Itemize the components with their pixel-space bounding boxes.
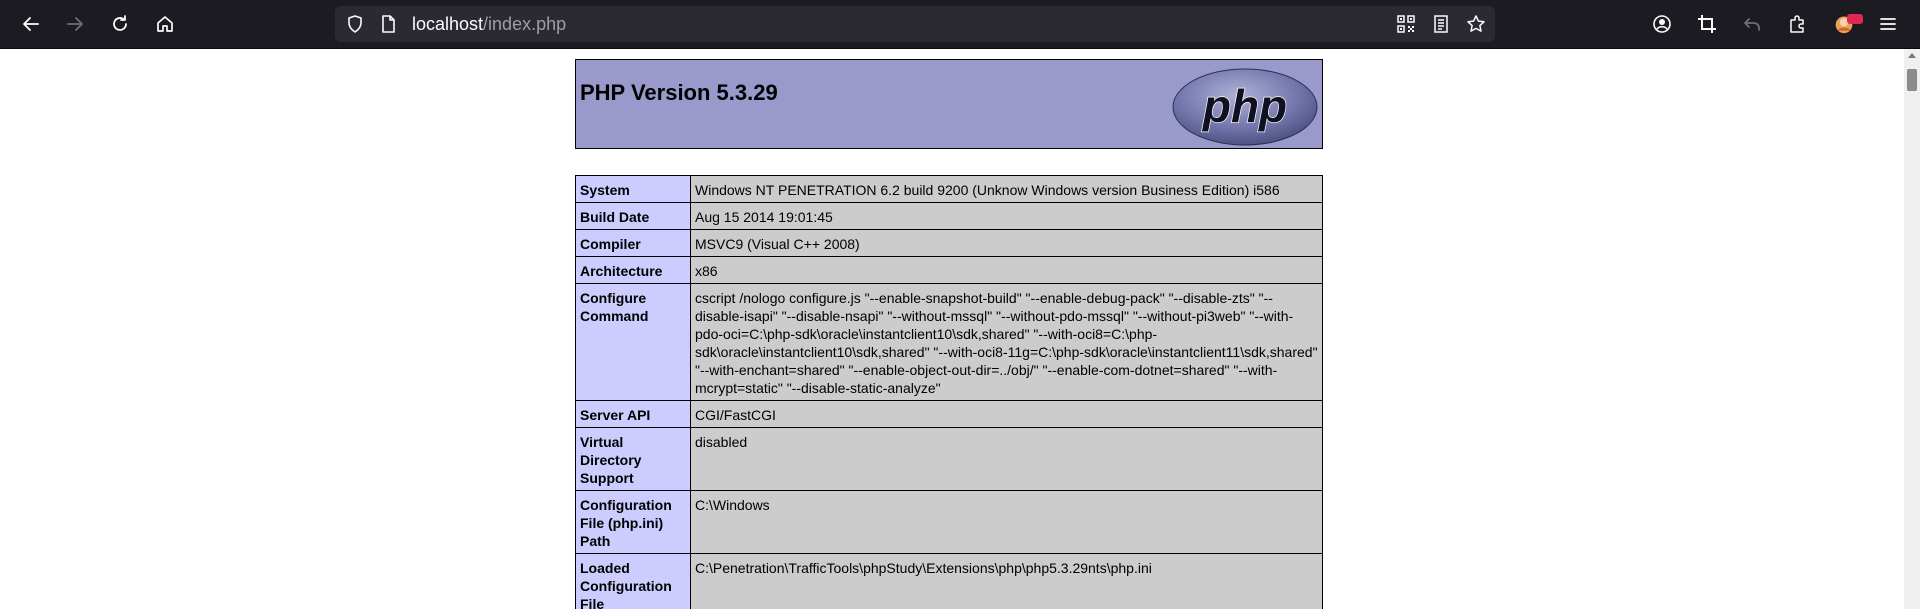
row-value: cscript /nologo configure.js "--enable-s…: [690, 283, 1323, 401]
row-value: C:\Windows: [690, 490, 1323, 554]
table-row: Build Date Aug 15 2014 19:01:45: [575, 202, 1323, 230]
row-label: Virtual Directory Support: [575, 427, 691, 491]
table-row: Loaded Configuration File C:\Penetration…: [575, 553, 1323, 609]
table-row: Server API CGI/FastCGI: [575, 400, 1323, 428]
url-host: localhost: [412, 14, 484, 34]
row-label: Configure Command: [575, 283, 691, 401]
row-value: C:\Penetration\TrafficTools\phpStudy\Ext…: [690, 553, 1323, 609]
qr-code-icon[interactable]: [1396, 14, 1416, 34]
php-logo-text: php: [1201, 80, 1287, 132]
url-text[interactable]: localhost/index.php: [412, 14, 566, 34]
url-bar[interactable]: localhost/index.php: [335, 6, 1495, 42]
row-label: System: [575, 175, 691, 203]
extension-badge: [1847, 14, 1863, 24]
extensions-icon[interactable]: [1781, 8, 1813, 40]
url-path: /index.php: [483, 14, 567, 34]
table-row: Configure Command cscript /nologo config…: [575, 283, 1323, 401]
row-value: Windows NT PENETRATION 6.2 build 9200 (U…: [690, 175, 1323, 203]
extension-avatar-icon[interactable]: [1828, 8, 1863, 40]
home-icon[interactable]: [149, 8, 181, 40]
row-label: Server API: [575, 400, 691, 428]
table-row: Configuration File (php.ini) Path C:\Win…: [575, 490, 1323, 554]
scroll-up-arrow-icon[interactable]: [1908, 53, 1916, 58]
scrollbar-thumb[interactable]: [1907, 69, 1917, 91]
page-scrollbar[interactable]: [1904, 49, 1920, 609]
page-title: PHP Version 5.3.29: [580, 80, 778, 105]
table-row: Virtual Directory Support disabled: [575, 427, 1323, 491]
reload-icon[interactable]: [104, 8, 136, 40]
row-value: Aug 15 2014 19:01:45: [690, 202, 1323, 230]
row-label: Loaded Configuration File: [575, 553, 691, 609]
row-label: Configuration File (php.ini) Path: [575, 490, 691, 554]
forward-arrow-icon[interactable]: [59, 8, 91, 40]
browser-toolbar: localhost/index.php: [0, 0, 1920, 48]
page-content: PHP Version 5.3.29 php System Windows NT…: [0, 49, 1904, 609]
row-value: CGI/FastCGI: [690, 400, 1323, 428]
row-label: Compiler: [575, 229, 691, 257]
row-label: Build Date: [575, 202, 691, 230]
table-row: Compiler MSVC9 (Visual C++ 2008): [575, 229, 1323, 257]
page-icon[interactable]: [378, 14, 398, 34]
row-value: x86: [690, 256, 1323, 284]
back-arrow-icon[interactable]: [15, 8, 47, 40]
php-info-table: System Windows NT PENETRATION 6.2 build …: [575, 175, 1323, 609]
menu-icon[interactable]: [1872, 8, 1904, 40]
star-icon[interactable]: [1466, 14, 1486, 34]
php-logo[interactable]: php: [1171, 67, 1319, 147]
account-icon[interactable]: [1646, 8, 1678, 40]
screenshot-crop-icon[interactable]: [1691, 8, 1723, 40]
reader-view-icon[interactable]: [1431, 14, 1451, 34]
table-row: System Windows NT PENETRATION 6.2 build …: [575, 175, 1323, 203]
row-label: Architecture: [575, 256, 691, 284]
undo-icon[interactable]: [1736, 8, 1768, 40]
php-version-header: PHP Version 5.3.29 php: [575, 59, 1323, 149]
shield-icon[interactable]: [345, 14, 365, 34]
row-value: MSVC9 (Visual C++ 2008): [690, 229, 1323, 257]
row-value: disabled: [690, 427, 1323, 491]
table-row: Architecture x86: [575, 256, 1323, 284]
